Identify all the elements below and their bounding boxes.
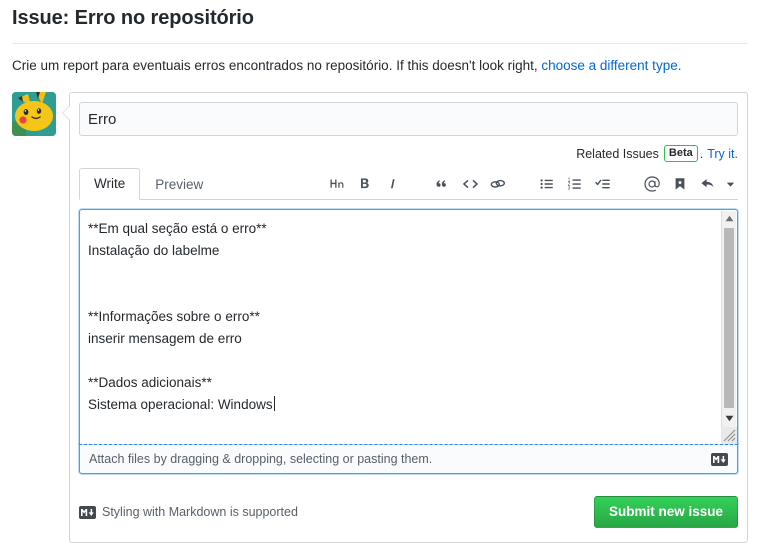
comment-textarea-wrapper: **Em qual seção está o erro** Instalação… [79,209,738,444]
new-issue-page: Issue: Erro no repositório Crie um repor… [0,6,760,556]
code-icon[interactable] [456,173,484,195]
quote-icon[interactable] [428,173,456,195]
editor-tabnav: Write Preview 1 2 3 [79,168,738,200]
tab-write[interactable]: Write [79,168,141,200]
italic-icon[interactable] [379,173,407,195]
bold-icon[interactable] [351,173,379,195]
task-list-icon[interactable] [589,173,617,195]
description-text: Crie um report para eventuais erros enco… [12,58,542,73]
unordered-list-icon[interactable] [533,173,561,195]
attach-files-row[interactable]: Attach files by dragging & dropping, sel… [79,444,738,474]
mention-icon[interactable] [638,173,666,195]
title-divider [12,43,748,44]
related-issues-row: Related Issues Beta . Try it. [79,145,738,162]
comment-text: **Em qual seção está o erro** Instalação… [88,221,273,412]
textarea-scrollbar[interactable] [721,211,736,444]
scrollbar-thumb[interactable] [724,228,734,408]
textarea-resize-handle[interactable] [721,427,737,444]
submit-new-issue-button[interactable]: Submit new issue [593,496,738,528]
toolbar-group-lists: 1 2 3 [533,173,738,195]
attach-files-label: Attach files by dragging & dropping, sel… [89,452,433,466]
choose-different-type-link[interactable]: choose a different type. [541,58,681,73]
svg-text:3: 3 [568,186,571,192]
link-icon[interactable] [484,173,512,195]
scroll-down-arrow[interactable] [722,411,736,426]
avatar[interactable] [12,92,56,136]
heading-icon[interactable] [323,173,351,195]
issue-title-input[interactable] [79,102,738,136]
scroll-up-arrow[interactable] [722,211,736,226]
related-issues-separator: . [699,146,704,161]
compose-row: Related Issues Beta . Try it. Write Prev… [12,92,748,543]
markdown-toolbar: 1 2 3 [323,173,738,199]
comment-textarea[interactable]: **Em qual seção está o erro** Instalação… [80,210,721,444]
markdown-note: Styling with Markdown is supported [79,505,298,519]
ordered-list-icon[interactable]: 1 2 3 [561,173,589,195]
text-cursor [273,396,275,411]
related-issues-label: Related Issues [576,146,659,161]
beta-badge: Beta [663,145,698,162]
markdown-icon [79,505,96,519]
pikachu-avatar-icon [12,92,56,136]
chevron-down-icon[interactable] [722,173,738,195]
try-it-link[interactable]: Try it. [707,147,738,161]
comment-box: Related Issues Beta . Try it. Write Prev… [62,92,748,543]
saved-reply-icon[interactable] [666,173,694,195]
tab-preview[interactable]: Preview [140,169,218,200]
comment-footer: Styling with Markdown is supported Submi… [79,485,738,542]
markdown-note-label: Styling with Markdown is supported [102,505,298,519]
page-title: Issue: Erro no repositório [12,7,254,29]
markdown-icon [711,452,728,466]
issue-type-description: Crie um report para eventuais erros enco… [12,57,748,75]
reply-icon[interactable] [694,173,722,195]
toolbar-group-text [323,173,512,195]
